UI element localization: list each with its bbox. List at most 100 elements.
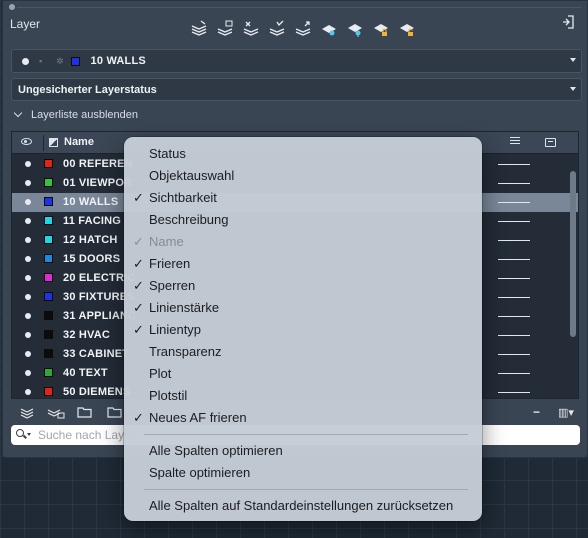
visibility-column-eye-icon[interactable] <box>21 138 32 145</box>
layer-color-swatch[interactable] <box>44 216 53 225</box>
name-column-header[interactable]: Name <box>64 136 94 148</box>
layer-color-swatch[interactable] <box>44 387 53 396</box>
lineweight-line[interactable] <box>498 354 530 355</box>
menu-item-column-toggle[interactable]: Status <box>124 143 482 165</box>
lineweight-line[interactable] <box>498 164 530 165</box>
current-layer-select[interactable]: ▪ ✲ 10 WALLS <box>11 49 582 73</box>
lock-icon: ▪ <box>39 55 43 66</box>
new-vp-frozen-layer-icon[interactable] <box>215 19 234 38</box>
lineweight-line[interactable] <box>498 297 530 298</box>
layer-name: 50 DIEMENS <box>63 386 131 398</box>
layer-color-swatch[interactable] <box>44 254 53 263</box>
layer-color-swatch[interactable] <box>44 349 53 358</box>
lineweight-line[interactable] <box>498 202 530 203</box>
lightbulb-on-icon[interactable] <box>25 332 31 338</box>
menu-item-column-toggle[interactable]: ✓ Linientyp <box>124 319 482 341</box>
panel-grip[interactable] <box>17 7 581 8</box>
delete-layer-icon[interactable] <box>241 19 260 38</box>
menu-item-label: Sperren <box>149 278 196 293</box>
menu-item-optimize-all-columns[interactable]: Alle Spalten optimieren <box>124 440 482 462</box>
unlock-layer-icon[interactable] <box>397 19 416 38</box>
lock-layer-icon[interactable] <box>371 19 390 38</box>
panel-close-dot[interactable] <box>9 4 15 10</box>
layer-states-icon[interactable] <box>293 19 312 38</box>
lightbulb-on-icon[interactable] <box>25 351 31 357</box>
menu-item-column-toggle[interactable]: ✓ Frieren <box>124 253 482 275</box>
layer-state-value: Ungesicherter Layerstatus <box>18 84 157 96</box>
dock-panel-icon[interactable] <box>561 15 575 31</box>
menu-item-column-toggle[interactable]: Plot <box>124 363 482 385</box>
lineweight-line[interactable] <box>498 335 530 336</box>
layer-name: 32 HVAC <box>63 329 111 341</box>
lightbulb-on-icon[interactable] <box>25 389 31 395</box>
folder-icon[interactable] <box>77 405 93 419</box>
lineweight-column-icon[interactable] <box>510 137 520 146</box>
lineweight-line[interactable] <box>498 392 530 393</box>
lightbulb-on-icon[interactable] <box>25 199 31 205</box>
lightbulb-on-icon[interactable] <box>25 180 31 186</box>
collapse-minus-icon[interactable]: − <box>533 405 543 419</box>
new-layer-icon[interactable] <box>189 19 208 38</box>
folder-filter-icon[interactable] <box>107 405 123 419</box>
lightbulb-on-icon[interactable] <box>25 237 31 243</box>
layer-color-swatch[interactable] <box>44 178 53 187</box>
menu-item-column-toggle[interactable]: ✓ Sichtbarkeit <box>124 187 482 209</box>
layer-name: 15 DOORS <box>63 253 121 265</box>
checkmark-icon: ✓ <box>133 278 144 293</box>
lightbulb-on-icon[interactable] <box>25 161 31 167</box>
isolate-layer-icon[interactable] <box>319 19 338 38</box>
layer-color-swatch[interactable] <box>44 311 53 320</box>
menu-item-reset-columns[interactable]: Alle Spalten auf Standardeinstellungen z… <box>124 495 482 517</box>
menu-item-label: Frieren <box>149 256 191 271</box>
menu-item-column-toggle[interactable]: Transparenz <box>124 341 482 363</box>
color-column-icon[interactable] <box>49 138 58 147</box>
layer-state-select[interactable]: Ungesicherter Layerstatus <box>11 78 582 101</box>
menu-item-label: Sichtbarkeit <box>149 190 217 205</box>
collapse-layer-list-toggle[interactable]: Layerliste ausblenden <box>13 108 138 121</box>
lightbulb-on-icon[interactable] <box>25 294 31 300</box>
lightbulb-on-icon[interactable] <box>25 313 31 319</box>
menu-item-column-toggle[interactable]: Objektauswahl <box>124 165 482 187</box>
layer-group-icon[interactable] <box>47 405 65 419</box>
layer-color-swatch[interactable] <box>44 235 53 244</box>
lineweight-line[interactable] <box>498 183 530 184</box>
lightbulb-on-icon[interactable] <box>25 275 31 281</box>
columns-menu-icon[interactable]: ▥▾ <box>558 406 574 419</box>
layer-list-scrollbar[interactable] <box>570 171 576 337</box>
lightbulb-on-icon[interactable] <box>25 218 31 224</box>
lineweight-line[interactable] <box>498 278 530 279</box>
set-current-layer-icon[interactable] <box>267 19 286 38</box>
column-context-menu: Status Objektauswahl ✓ Sichtbarkeit Beschrei… <box>124 137 482 521</box>
layer-filter-icon[interactable] <box>19 405 35 419</box>
menu-item-column-toggle[interactable]: ✓ Linienstärke <box>124 297 482 319</box>
layer-color-swatch[interactable] <box>44 273 53 282</box>
search-icon[interactable] <box>16 429 32 441</box>
layer-name: 12 HATCH <box>63 234 118 246</box>
layer-name: 00 REFEREN <box>63 158 133 170</box>
layer-color-swatch[interactable] <box>44 292 53 301</box>
menu-item-label: Transparenz <box>149 344 222 359</box>
chevron-down-icon <box>570 87 576 91</box>
lineweight-line[interactable] <box>498 316 530 317</box>
menu-item-column-toggle[interactable]: ✓ Neues AF frieren <box>124 407 482 429</box>
menu-separator <box>144 489 468 490</box>
lineweight-line[interactable] <box>498 221 530 222</box>
menu-item-label: Linienstärke <box>149 300 220 315</box>
lightbulb-on-icon[interactable] <box>25 370 31 376</box>
layer-color-swatch[interactable] <box>44 159 53 168</box>
lineweight-line[interactable] <box>498 240 530 241</box>
plot-column-icon[interactable] <box>545 138 556 147</box>
layer-color-swatch[interactable] <box>44 368 53 377</box>
menu-item-column-toggle[interactable]: Plotstil <box>124 385 482 407</box>
column-divider[interactable] <box>43 135 44 151</box>
layer-color-swatch[interactable] <box>44 330 53 339</box>
layer-color-swatch[interactable] <box>44 197 53 206</box>
lineweight-line[interactable] <box>498 259 530 260</box>
lightbulb-on-icon[interactable] <box>25 256 31 262</box>
menu-item-column-toggle[interactable]: ✓ Sperren <box>124 275 482 297</box>
layer-name: 01 VIEWPOR <box>63 177 133 189</box>
menu-item-column-toggle[interactable]: Beschreibung <box>124 209 482 231</box>
unisolate-layer-icon[interactable] <box>345 19 364 38</box>
lineweight-line[interactable] <box>498 373 530 374</box>
menu-item-optimize-column[interactable]: Spalte optimieren <box>124 462 482 484</box>
